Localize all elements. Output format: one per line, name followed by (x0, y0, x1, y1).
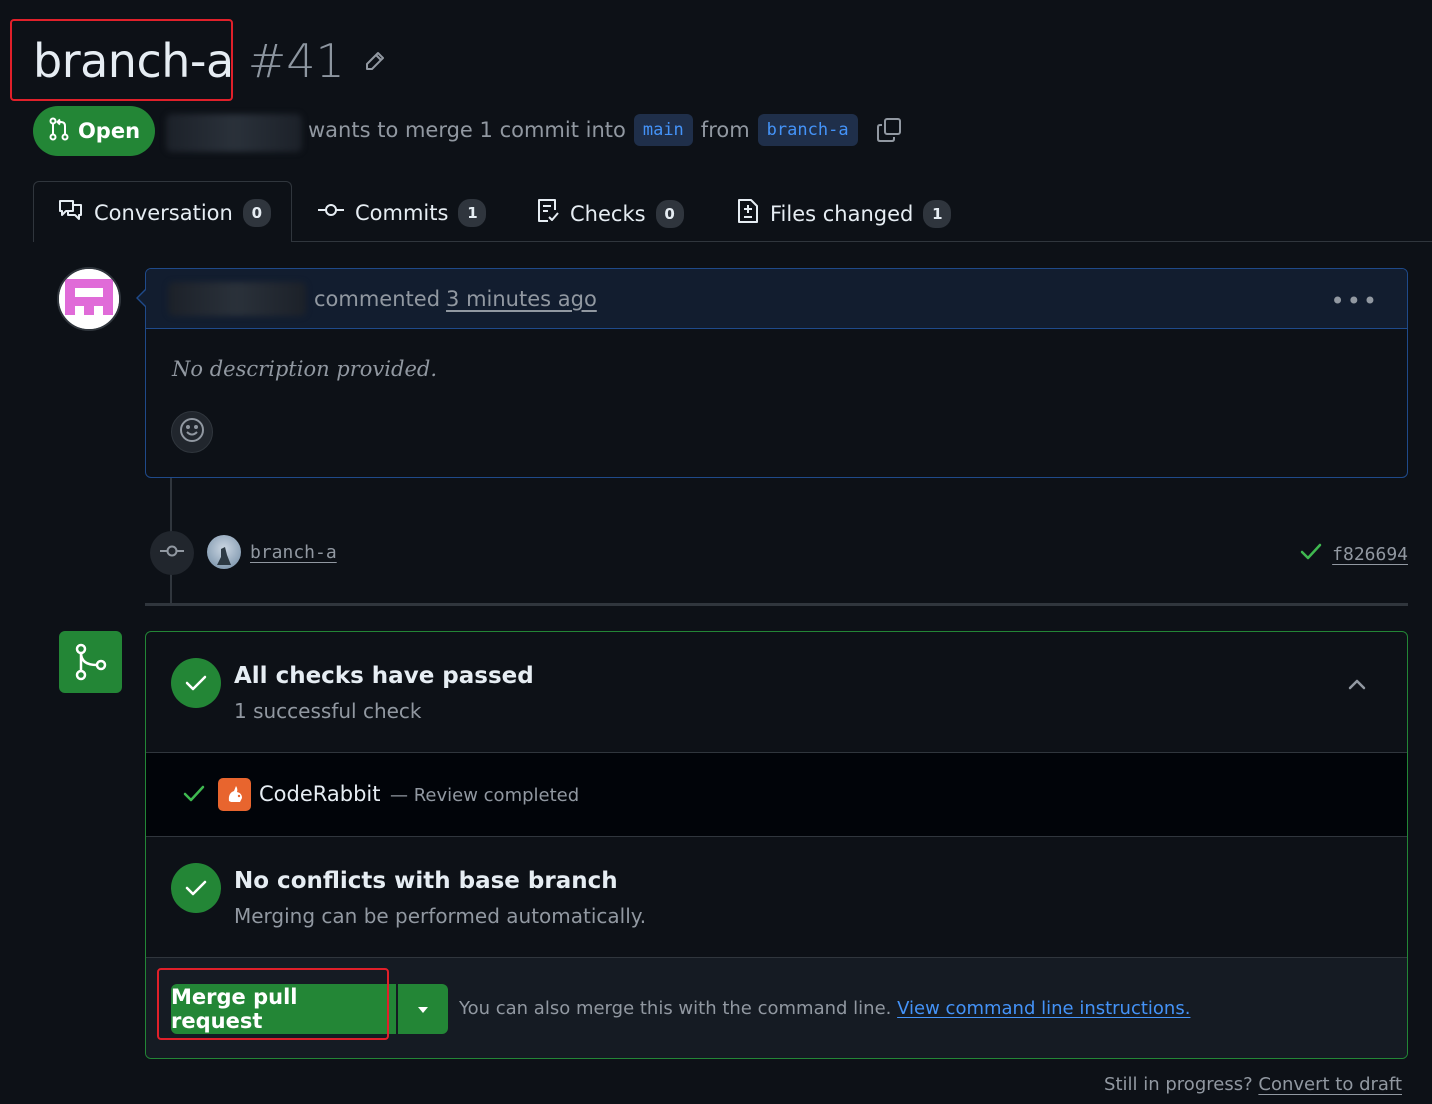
author-name-redacted[interactable] (166, 114, 302, 152)
check-icon[interactable] (1300, 542, 1322, 567)
checks-summary: All checks have passed 1 successful chec… (146, 632, 1407, 753)
commit-message[interactable]: branch-a (250, 542, 337, 563)
merge-actions: Merge pull request You can also merge th… (146, 958, 1407, 1058)
merge-hint-text: You can also merge this with the command… (459, 998, 892, 1019)
check-circle-icon (171, 658, 221, 708)
coderabbit-logo-icon (218, 778, 251, 811)
comment-body: No description provided. (172, 357, 437, 381)
chevron-up-icon[interactable] (1347, 676, 1367, 695)
check-circle-icon (171, 863, 221, 913)
conflicts-subtitle: Merging can be performed automatically. (234, 904, 647, 928)
pr-number: #41 (247, 34, 345, 88)
comment-discussion-icon (58, 198, 84, 227)
check-name: CodeRabbit (259, 782, 381, 806)
comment-arrow-inner (138, 289, 147, 307)
tab-label: Commits (355, 200, 449, 225)
merge-status: wants to merge 1 commit into main from b… (308, 114, 902, 146)
check-list-item[interactable]: CodeRabbit — Review completed (146, 753, 1407, 837)
check-icon (182, 783, 206, 809)
pull-request-icon (48, 117, 70, 146)
file-diff-icon (736, 198, 760, 229)
merge-hint: You can also merge this with the command… (459, 998, 1190, 1019)
commit-icon (159, 541, 185, 565)
copy-icon[interactable] (876, 117, 902, 143)
pr-header: branch-a #41 (33, 34, 387, 88)
merge-status-text: wants to merge 1 commit into (308, 118, 626, 142)
smiley-icon (179, 417, 205, 447)
tab-files-changed[interactable]: Files changed 1 (736, 198, 952, 229)
state-label: Open (77, 119, 141, 143)
merge-box: All checks have passed 1 successful chec… (145, 631, 1408, 1059)
tab-counter: 1 (458, 198, 487, 227)
comment-card: commented 3 minutes ago ••• No descripti… (145, 268, 1408, 478)
commit-sha[interactable]: f826694 (1332, 544, 1408, 565)
reaction-button[interactable] (171, 411, 213, 453)
tab-counter: 0 (242, 198, 271, 227)
commit-author-avatar[interactable] (207, 535, 241, 569)
tab-conversation[interactable]: Conversation 0 (58, 198, 271, 227)
tab-checks[interactable]: Checks 0 (536, 198, 684, 229)
timeline-divider (145, 603, 1408, 606)
comment-header: commented 3 minutes ago ••• (146, 269, 1407, 329)
command-line-instructions-link[interactable]: View command line instructions. (897, 998, 1190, 1019)
comment-author-redacted[interactable] (168, 281, 306, 316)
head-branch[interactable]: branch-a (757, 114, 858, 146)
draft-prompt: Still in progress? Convert to draft (1104, 1074, 1402, 1095)
checks-subtitle: 1 successful check (234, 699, 422, 723)
state-badge: Open (33, 106, 155, 156)
kebab-icon[interactable]: ••• (1331, 287, 1379, 315)
commit-node (150, 531, 194, 575)
commit-sha-group: f826694 (1300, 542, 1408, 567)
git-merge-icon (59, 631, 122, 693)
from-label: from (700, 118, 750, 142)
tab-label: Checks (570, 201, 646, 226)
draft-question: Still in progress? (1104, 1074, 1253, 1095)
merge-button-highlight (157, 968, 389, 1040)
merge-method-dropdown[interactable] (398, 984, 448, 1034)
tab-label: Files changed (770, 201, 914, 226)
pencil-icon[interactable] (363, 49, 387, 73)
checklist-icon (536, 198, 560, 229)
conflicts-summary: No conflicts with base branch Merging ca… (146, 837, 1407, 958)
comment-action: commented (314, 286, 441, 311)
author-avatar[interactable] (57, 267, 121, 331)
pr-title: branch-a (33, 34, 234, 88)
checks-title: All checks have passed (234, 663, 534, 689)
triangle-down-icon (416, 1000, 430, 1019)
check-description: — Review completed (390, 785, 580, 806)
base-branch[interactable]: main (633, 114, 693, 146)
tab-commits[interactable]: Commits 1 (317, 198, 487, 227)
comment-timestamp[interactable]: 3 minutes ago (446, 287, 597, 311)
tab-counter: 0 (655, 199, 684, 228)
conflicts-title: No conflicts with base branch (234, 868, 618, 894)
convert-to-draft-link[interactable]: Convert to draft (1258, 1074, 1402, 1095)
commit-icon (317, 198, 345, 227)
tab-label: Conversation (94, 200, 233, 225)
tab-counter: 1 (923, 199, 952, 228)
